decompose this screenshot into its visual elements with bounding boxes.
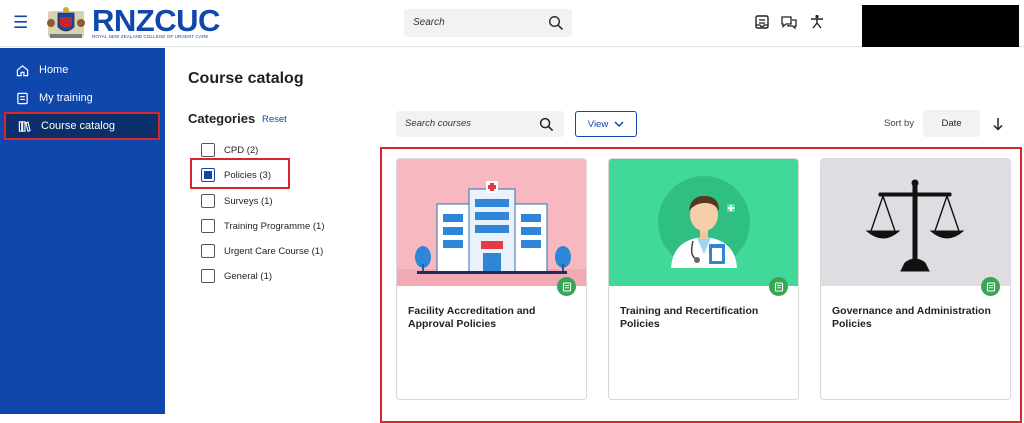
- sort-direction-button[interactable]: [984, 110, 1011, 137]
- course-card[interactable]: Training and Recertification Policies: [608, 158, 799, 400]
- search-placeholder: Search: [413, 17, 445, 28]
- sidebar-item-label: Home: [39, 64, 69, 76]
- library-icon: [18, 120, 31, 132]
- hospital-building-illustration: [397, 159, 586, 286]
- sort-select[interactable]: Date: [923, 110, 980, 137]
- doctor-illustration: [609, 159, 798, 286]
- category-cpd[interactable]: CPD (2): [201, 143, 258, 157]
- logo-text: RNZCUC: [92, 3, 220, 38]
- search-icon[interactable]: [548, 15, 564, 31]
- my-training-icon: [17, 92, 28, 104]
- user-menu-redacted[interactable]: [862, 5, 1019, 47]
- sidebar-nav: Home My training Course catalog: [0, 48, 165, 414]
- crest-icon: [47, 7, 85, 38]
- sidebar-item-label: Course catalog: [41, 120, 115, 132]
- course-title[interactable]: Facility Accreditation and Approval Poli…: [408, 305, 580, 331]
- checkbox[interactable]: [201, 244, 215, 258]
- view-label: View: [587, 118, 609, 130]
- checkbox[interactable]: [201, 269, 215, 283]
- top-navbar: ☰ RNZCUC ROYAL NEW ZEALAND COLLEGE OF UR…: [0, 0, 1024, 47]
- category-general[interactable]: General (1): [201, 269, 272, 283]
- logo-subtext: ROYAL NEW ZEALAND COLLEGE OF URGENT CARE: [92, 34, 209, 39]
- chat-icon[interactable]: [780, 14, 798, 30]
- book-icon: [774, 281, 783, 292]
- accessibility-icon[interactable]: [808, 14, 826, 30]
- course-type-badge: [769, 277, 788, 296]
- category-label: General (1): [224, 270, 273, 282]
- site-logo[interactable]: RNZCUC ROYAL NEW ZEALAND COLLEGE OF URGE…: [46, 5, 220, 41]
- search-icon[interactable]: [539, 117, 554, 132]
- sidebar-item-label: My training: [39, 92, 93, 104]
- category-label: CPD (2): [224, 144, 259, 156]
- course-search-input[interactable]: Search courses: [396, 111, 564, 137]
- reset-link[interactable]: Reset: [262, 114, 287, 125]
- category-urgent-care-course[interactable]: Urgent Care Course (1): [201, 244, 323, 258]
- category-label: Surveys (1): [224, 195, 273, 207]
- checkbox[interactable]: [201, 194, 215, 208]
- sidebar-item-course-catalog[interactable]: Course catalog: [4, 112, 160, 140]
- course-title[interactable]: Training and Recertification Policies: [620, 305, 792, 331]
- category-label: Training Programme (1): [224, 220, 325, 232]
- category-policies[interactable]: Policies (3): [201, 168, 271, 182]
- arrow-down-icon: [992, 117, 1003, 131]
- home-icon: [16, 64, 29, 76]
- course-title[interactable]: Governance and Administration Policies: [832, 305, 1004, 331]
- book-icon: [562, 281, 571, 292]
- page-title: Course catalog: [188, 70, 304, 87]
- course-card[interactable]: Facility Accreditation and Approval Poli…: [396, 158, 587, 400]
- course-search-placeholder: Search courses: [405, 118, 472, 129]
- checkbox-checked[interactable]: [201, 168, 215, 182]
- course-card[interactable]: Governance and Administration Policies: [820, 158, 1011, 400]
- sidebar-item-my-training[interactable]: My training: [4, 84, 160, 112]
- menu-icon[interactable]: ☰: [13, 13, 28, 33]
- category-surveys[interactable]: Surveys (1): [201, 194, 273, 208]
- sidebar-item-home[interactable]: Home: [4, 56, 160, 84]
- checkbox[interactable]: [201, 143, 215, 157]
- categories-heading: Categories: [188, 111, 256, 126]
- course-type-badge: [557, 277, 576, 296]
- scales-of-justice-illustration: [821, 159, 1010, 286]
- view-dropdown-button[interactable]: View: [575, 111, 637, 137]
- checkbox[interactable]: [201, 219, 215, 233]
- message-drawer-icon[interactable]: [754, 14, 770, 30]
- category-label: Urgent Care Course (1): [224, 245, 324, 257]
- book-icon: [986, 281, 995, 292]
- course-type-badge: [981, 277, 1000, 296]
- sort-by-label: Sort by: [884, 118, 915, 129]
- site-search-input[interactable]: Search: [404, 9, 572, 37]
- chevron-down-icon: [614, 121, 624, 128]
- category-label: Policies (3): [224, 169, 271, 181]
- category-training-programme[interactable]: Training Programme (1): [201, 219, 324, 233]
